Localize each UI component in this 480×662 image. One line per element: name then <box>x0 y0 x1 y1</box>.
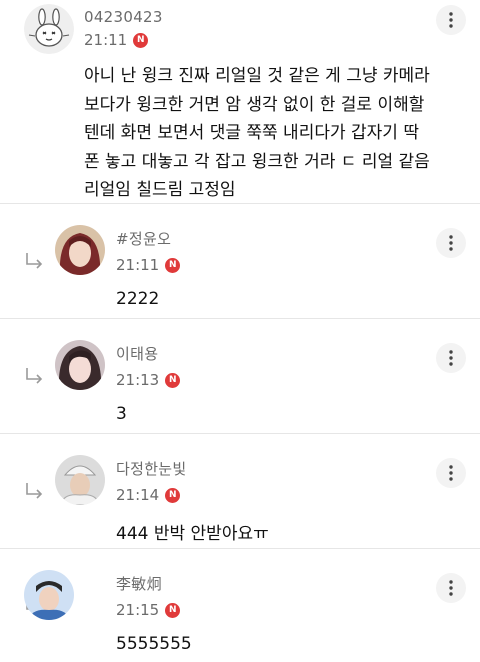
reply-item: 李敏炯 21:15 N 5555555 <box>0 549 480 662</box>
reply-item: 이태용 21:13 N 3 <box>0 319 480 434</box>
more-options-button[interactable] <box>436 5 466 35</box>
more-options-button[interactable] <box>436 343 466 373</box>
more-vertical-icon <box>449 465 453 481</box>
avatar[interactable] <box>24 4 74 54</box>
comment-time: 21:11 <box>116 256 160 274</box>
reply-arrow-icon <box>26 253 43 269</box>
avatar[interactable] <box>55 225 105 275</box>
new-badge: N <box>165 602 181 618</box>
new-badge: N <box>165 487 181 503</box>
comment-body: 3 <box>116 404 127 424</box>
comment-time: 21:15 <box>116 601 160 619</box>
new-badge: N <box>165 372 181 388</box>
comment-meta: 21:11 N <box>84 31 149 49</box>
new-badge: N <box>165 257 181 273</box>
comment-author[interactable]: 이태용 <box>116 343 158 364</box>
profile-photo <box>55 340 105 390</box>
bunny-avatar-icon <box>24 4 74 54</box>
profile-photo <box>24 570 74 620</box>
comment-time: 21:11 <box>84 31 128 49</box>
reply-arrow-icon <box>26 483 43 499</box>
profile-photo <box>55 225 105 275</box>
comment-item: 04230423 21:11 N 아니 난 윙크 진짜 리얼일 것 같은 게 그… <box>0 0 480 204</box>
avatar[interactable] <box>24 570 74 620</box>
comment-time: 21:13 <box>116 371 160 389</box>
new-badge: N <box>133 32 149 48</box>
comment-author[interactable]: #정윤오 <box>116 228 171 249</box>
avatar[interactable] <box>55 455 105 505</box>
more-options-button[interactable] <box>436 573 466 603</box>
comment-body: 444 반박 안받아요ㅠ <box>116 524 269 544</box>
more-vertical-icon <box>449 350 453 366</box>
comment-meta: 21:13 N <box>116 371 181 389</box>
comment-meta: 21:14 N <box>116 486 181 504</box>
comment-author[interactable]: 다정한눈빛 <box>116 458 187 479</box>
reply-item: #정윤오 21:11 N 2222 <box>0 204 480 319</box>
comment-time: 21:14 <box>116 486 160 504</box>
comment-author[interactable]: 李敏炯 <box>116 573 162 594</box>
profile-photo <box>55 455 105 505</box>
reply-arrow-icon <box>26 368 43 384</box>
more-options-button[interactable] <box>436 228 466 258</box>
comment-body: 5555555 <box>116 634 192 654</box>
more-options-button[interactable] <box>436 458 466 488</box>
comment-meta: 21:11 N <box>116 256 181 274</box>
comment-author[interactable]: 04230423 <box>84 8 163 26</box>
comment-body: 아니 난 윙크 진짜 리얼일 것 같은 게 그냥 카메라 보다가 윙크한 거면 … <box>84 66 430 200</box>
avatar[interactable] <box>55 340 105 390</box>
comment-body: 2222 <box>116 289 160 309</box>
comment-meta: 21:15 N <box>116 601 181 619</box>
more-vertical-icon <box>449 580 453 596</box>
more-vertical-icon <box>449 235 453 251</box>
reply-item: 다정한눈빛 21:14 N 444 반박 안받아요ㅠ <box>0 434 480 549</box>
more-vertical-icon <box>449 12 453 28</box>
